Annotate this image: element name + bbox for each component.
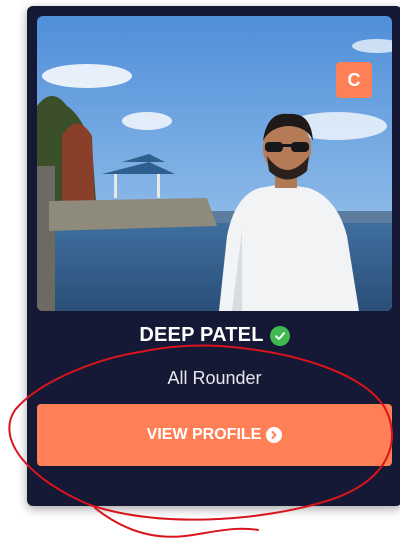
player-role: All Rounder <box>167 368 262 388</box>
chevron-circle-right-icon <box>266 427 283 443</box>
player-name: DEEP PATEL <box>139 324 264 346</box>
check-circle-icon <box>269 325 290 346</box>
page: C DEEP PATEL All Rounder VIEW PROFILE <box>0 0 400 538</box>
player-card: C DEEP PATEL All Rounder VIEW PROFILE <box>27 6 400 506</box>
player-photo: C <box>37 16 392 311</box>
view-profile-button[interactable]: VIEW PROFILE <box>37 404 392 466</box>
captain-badge: C <box>336 62 372 98</box>
player-name-row: DEEP PATEL <box>27 324 400 347</box>
view-profile-label: VIEW PROFILE <box>146 426 262 443</box>
